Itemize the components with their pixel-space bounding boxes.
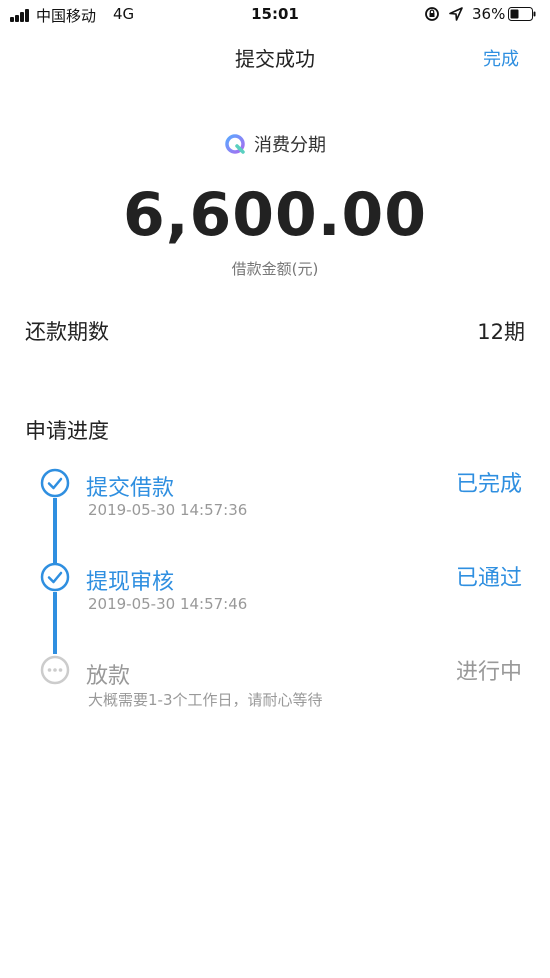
more-dots-icon [40,655,70,685]
product-name: 消费分期 [254,135,326,156]
progress-section-title: 申请进度 [25,419,109,443]
step-timestamp: 2019-05-30 14:57:46 [88,595,248,613]
repayment-term-label: 还款期数 [25,320,109,344]
app-screen: 中国移动 4G 15:01 36% 提交成功 完成 消费分期 6,600.00 … [0,0,550,978]
page-title: 提交成功 [235,47,315,71]
done-button[interactable]: 完成 [483,45,519,71]
step-status: 已完成 [455,472,522,497]
product-logo-icon [225,134,245,154]
step-status: 已通过 [455,566,522,591]
step-title: 提现审核 [86,570,175,595]
battery-percent: 36% [472,5,506,23]
location-arrow-icon [449,7,463,21]
battery-icon [508,7,536,21]
repayment-term-value: 12期 [477,320,525,344]
step-title: 提交借款 [86,476,175,501]
check-circle-icon [40,468,70,498]
step-status: 进行中 [455,660,522,685]
rotation-lock-icon [425,7,439,21]
step-note: 大概需要1-3个工作日，请耐心等待 [88,691,323,709]
timeline-connector [53,592,57,654]
status-time: 15:01 [251,5,299,23]
loan-amount-label: 借款金额(元) [231,260,319,278]
timeline-connector [53,498,57,568]
check-circle-icon [40,562,70,592]
status-bar: 中国移动 4G 15:01 36% [0,0,550,30]
step-timestamp: 2019-05-30 14:57:36 [88,501,248,519]
loan-amount: 6,600.00 [122,180,428,250]
step-title: 放款 [86,664,131,689]
product-header: 消费分期 [0,131,550,157]
